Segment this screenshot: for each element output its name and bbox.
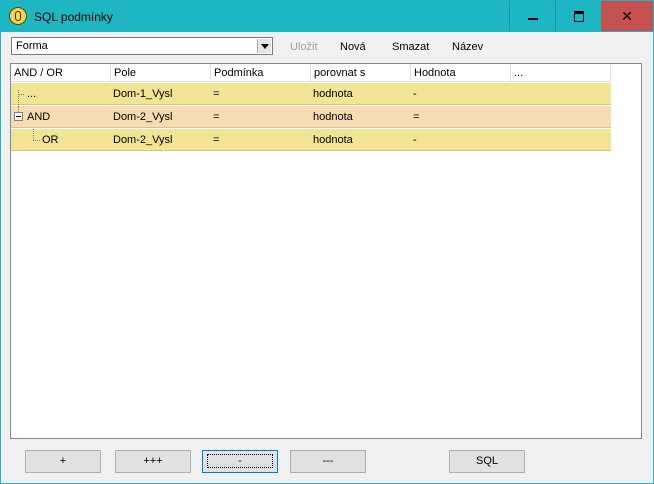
preset-select-value: Forma — [16, 40, 48, 52]
delete-button[interactable]: Smazat — [392, 41, 429, 53]
remove-group-label: --- — [322, 455, 334, 467]
maximize-button[interactable] — [555, 1, 602, 31]
save-button[interactable]: Uložit — [290, 41, 318, 53]
row-field: Dom-2_Vysl — [113, 134, 173, 146]
minimize-button[interactable] — [509, 1, 556, 31]
row-condition: = — [213, 134, 220, 146]
add-group-label: +++ — [143, 455, 163, 467]
column-header-and-or[interactable]: AND / OR — [11, 64, 111, 82]
column-header-field[interactable]: Pole — [111, 64, 211, 82]
sql-conditions-window: SQL podmínky ✕ Forma Uložit Nová Smazat … — [0, 0, 654, 484]
title-bar[interactable]: SQL podmínky ✕ — [1, 1, 653, 32]
app-icon — [9, 7, 27, 25]
toolbar: Forma Uložit Nová Smazat Název — [1, 32, 653, 62]
row-condition: = — [213, 88, 220, 100]
remove-condition-label: - — [207, 454, 273, 468]
row-operator: OR — [42, 134, 59, 146]
row-field: Dom-2_Vysl — [113, 111, 173, 123]
name-button[interactable]: Název — [452, 41, 483, 53]
minimize-icon — [528, 18, 538, 20]
tree-line — [18, 94, 24, 95]
add-condition-label: + — [59, 455, 67, 467]
remove-condition-button[interactable]: - — [202, 450, 278, 473]
window-title: SQL podmínky — [34, 10, 113, 24]
row-compare: hodnota — [313, 111, 353, 123]
collapse-icon[interactable] — [14, 112, 23, 121]
table-row[interactable]: ... Dom-1_Vysl = hodnota - — [11, 83, 611, 105]
add-group-button[interactable]: +++ — [115, 450, 191, 473]
remove-group-button[interactable]: --- — [290, 450, 366, 473]
row-compare: hodnota — [313, 88, 353, 100]
chevron-down-icon[interactable] — [257, 39, 271, 53]
row-field: Dom-1_Vysl — [113, 88, 173, 100]
maximize-icon — [574, 10, 584, 22]
sql-button[interactable]: SQL — [449, 450, 525, 473]
row-operator: ... — [27, 88, 37, 100]
tree-line — [33, 140, 40, 141]
tree-line — [33, 129, 34, 140]
row-value: - — [413, 88, 417, 100]
row-condition: = — [213, 111, 220, 123]
conditions-grid[interactable]: AND / OR Pole Podmínka porovnat s Hodnot… — [10, 63, 642, 439]
table-row[interactable]: AND Dom-2_Vysl = hodnota = — [11, 106, 611, 128]
sql-label: SQL — [475, 455, 498, 467]
new-button[interactable]: Nová — [340, 41, 366, 53]
tree-line — [18, 90, 19, 105]
close-button[interactable]: ✕ — [601, 1, 653, 31]
close-icon: ✕ — [621, 7, 633, 24]
row-operator: AND — [27, 111, 51, 123]
column-header-condition[interactable]: Podmínka — [211, 64, 311, 82]
grid-header: AND / OR Pole Podmínka porovnat s Hodnot… — [11, 64, 611, 83]
column-header-more[interactable]: ... — [511, 64, 611, 82]
column-header-value[interactable]: Hodnota — [411, 64, 511, 82]
add-condition-button[interactable]: + — [25, 450, 101, 473]
row-value: = — [413, 111, 420, 123]
table-row[interactable]: OR Dom-2_Vysl = hodnota - — [11, 129, 611, 151]
row-value: - — [413, 134, 417, 146]
row-compare: hodnota — [313, 134, 353, 146]
column-header-compare[interactable]: porovnat s — [311, 64, 411, 82]
preset-select[interactable]: Forma — [11, 37, 273, 55]
